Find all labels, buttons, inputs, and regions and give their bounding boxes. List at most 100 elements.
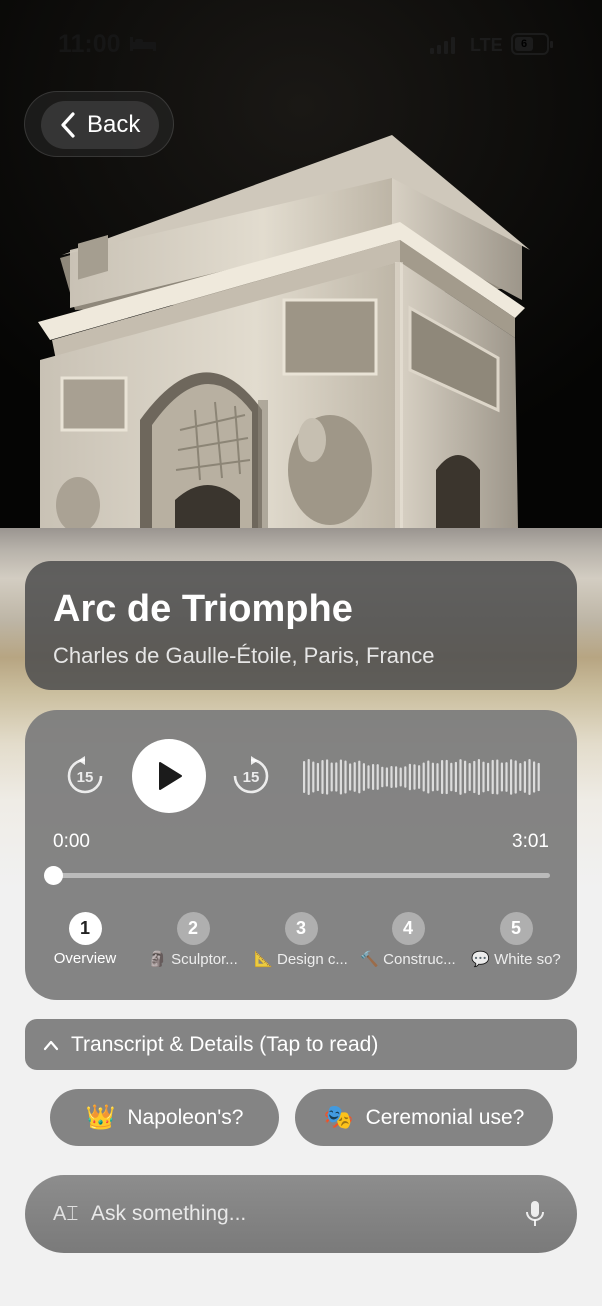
waveform-bar [496,759,499,795]
waveform-bar [491,759,494,795]
waveform-bar [349,763,352,791]
waveform-bar [487,762,490,792]
arc-de-triomphe-illustration [0,0,602,530]
waveform-bar [312,761,315,793]
waveform-bar [344,760,347,794]
chapter-number: 3 [284,912,318,945]
ask-bar: A⌶ [25,1175,577,1253]
network-label: LTE [470,35,503,55]
waveform-bar [441,759,444,795]
waveform-bar [533,761,536,793]
chapter-item-4[interactable]: 4 🔨 Construc... [348,912,468,972]
chapter-label: 🔨 Construc... [360,951,456,968]
waveform-bar [362,763,365,791]
audio-player: 15 15 0:00 3:01 1 Overview 2 🗿 Sculptor.… [25,710,577,1000]
waveform-bar [372,763,375,791]
chapter-item-2[interactable]: 2 🗿 Sculptor... [133,912,253,972]
waveform-bar [505,762,508,792]
waveform-bar [330,762,333,792]
waveform-bar [399,767,402,787]
rewind-15-icon[interactable]: 15 [65,756,105,796]
suggestion-chip-label: Napoleon's? [127,1105,244,1129]
waveform-bar [404,766,407,788]
back-button[interactable]: Back [24,91,174,157]
waveform-bar [307,759,310,795]
audio-waveform [303,759,540,795]
chapter-number: 5 [499,912,533,945]
waveform-bar [326,759,329,795]
sleep-focus-icon [130,37,156,51]
chevron-left-icon [61,112,75,138]
waveform-bar [468,762,471,792]
battery-level: 6 [515,37,533,51]
total-time: 3:01 [512,831,549,852]
chapter-item-3[interactable]: 3 📐 Design c... [241,912,361,972]
chapter-label: 📐 Design c... [254,951,348,968]
theater-masks-icon: 🎭 [323,1104,354,1131]
chapter-label: 🗿 Sculptor... [148,951,238,968]
waveform-bar [413,764,416,790]
status-bar: 11:00 LTE 6 [0,30,602,60]
ask-input[interactable] [91,1193,511,1235]
chapter-number: 4 [391,912,425,945]
waveform-bar [316,762,319,792]
chevron-up-icon [43,1040,59,1050]
place-info-card: Arc de Triomphe Charles de Gaulle-Étoile… [25,561,577,690]
chapter-label: 💬 White so? [471,951,561,968]
transcript-toggle-label: Transcript & Details (Tap to read) [71,1032,379,1056]
waveform-bar [376,764,379,790]
waveform-bar [321,760,324,794]
chapter-number: 2 [176,912,210,945]
transcript-toggle[interactable]: Transcript & Details (Tap to read) [25,1019,577,1070]
waveform-bar [482,761,485,793]
waveform-bar [358,760,361,794]
waveform-bar [367,765,370,789]
waveform-bar [385,767,388,787]
suggestion-chip-ceremonial[interactable]: 🎭 Ceremonial use? [295,1089,553,1146]
waveform-bar [454,761,457,793]
forward-15-icon[interactable]: 15 [231,756,271,796]
progress-slider[interactable] [44,866,550,885]
waveform-bar [450,762,453,792]
text-cursor-icon: A⌶ [53,1203,79,1225]
back-button-label: Back [87,111,141,138]
waveform-bar [418,765,421,789]
waveform-bar [510,759,513,795]
skip-forward-seconds: 15 [243,769,260,786]
chapter-list: 1 Overview 2 🗿 Sculptor... 3 📐 Design c.… [25,912,577,972]
page-title: Arc de Triomphe [53,588,353,630]
suggestion-chip-napoleon[interactable]: 👑 Napoleon's? [50,1089,279,1146]
waveform-bar [408,763,411,791]
microphone-icon[interactable] [525,1200,545,1228]
waveform-bar [500,762,503,792]
waveform-bar [464,760,467,794]
waveform-bar [335,762,338,792]
chapter-number: 1 [68,912,102,945]
waveform-bar [303,761,306,793]
waveform-bar [523,761,526,793]
hero-image [0,0,602,530]
waveform-bar [436,763,439,791]
play-icon [159,762,182,790]
suggestion-chip-label: Ceremonial use? [365,1105,525,1129]
waveform-bar [477,759,480,795]
chapter-item-1[interactable]: 1 Overview [25,912,145,972]
waveform-bar [445,759,448,795]
chapter-item-5[interactable]: 5 💬 White so? [456,912,576,972]
waveform-bar [395,766,398,788]
chapter-label: Overview [53,950,117,967]
current-time: 0:00 [53,831,90,852]
cellular-signal-icon [430,36,455,54]
battery-icon: 6 [511,33,553,55]
waveform-bar [422,762,425,792]
crown-icon: 👑 [85,1104,116,1131]
place-location: Charles de Gaulle-Étoile, Paris, France [53,643,435,668]
play-button[interactable] [132,739,206,813]
waveform-bar [537,762,540,792]
waveform-bar [473,760,476,794]
progress-knob[interactable] [44,866,63,885]
status-time: 11:00 [58,30,121,58]
waveform-bar [390,765,393,789]
waveform-bar [459,759,462,795]
waveform-bar [514,760,517,794]
